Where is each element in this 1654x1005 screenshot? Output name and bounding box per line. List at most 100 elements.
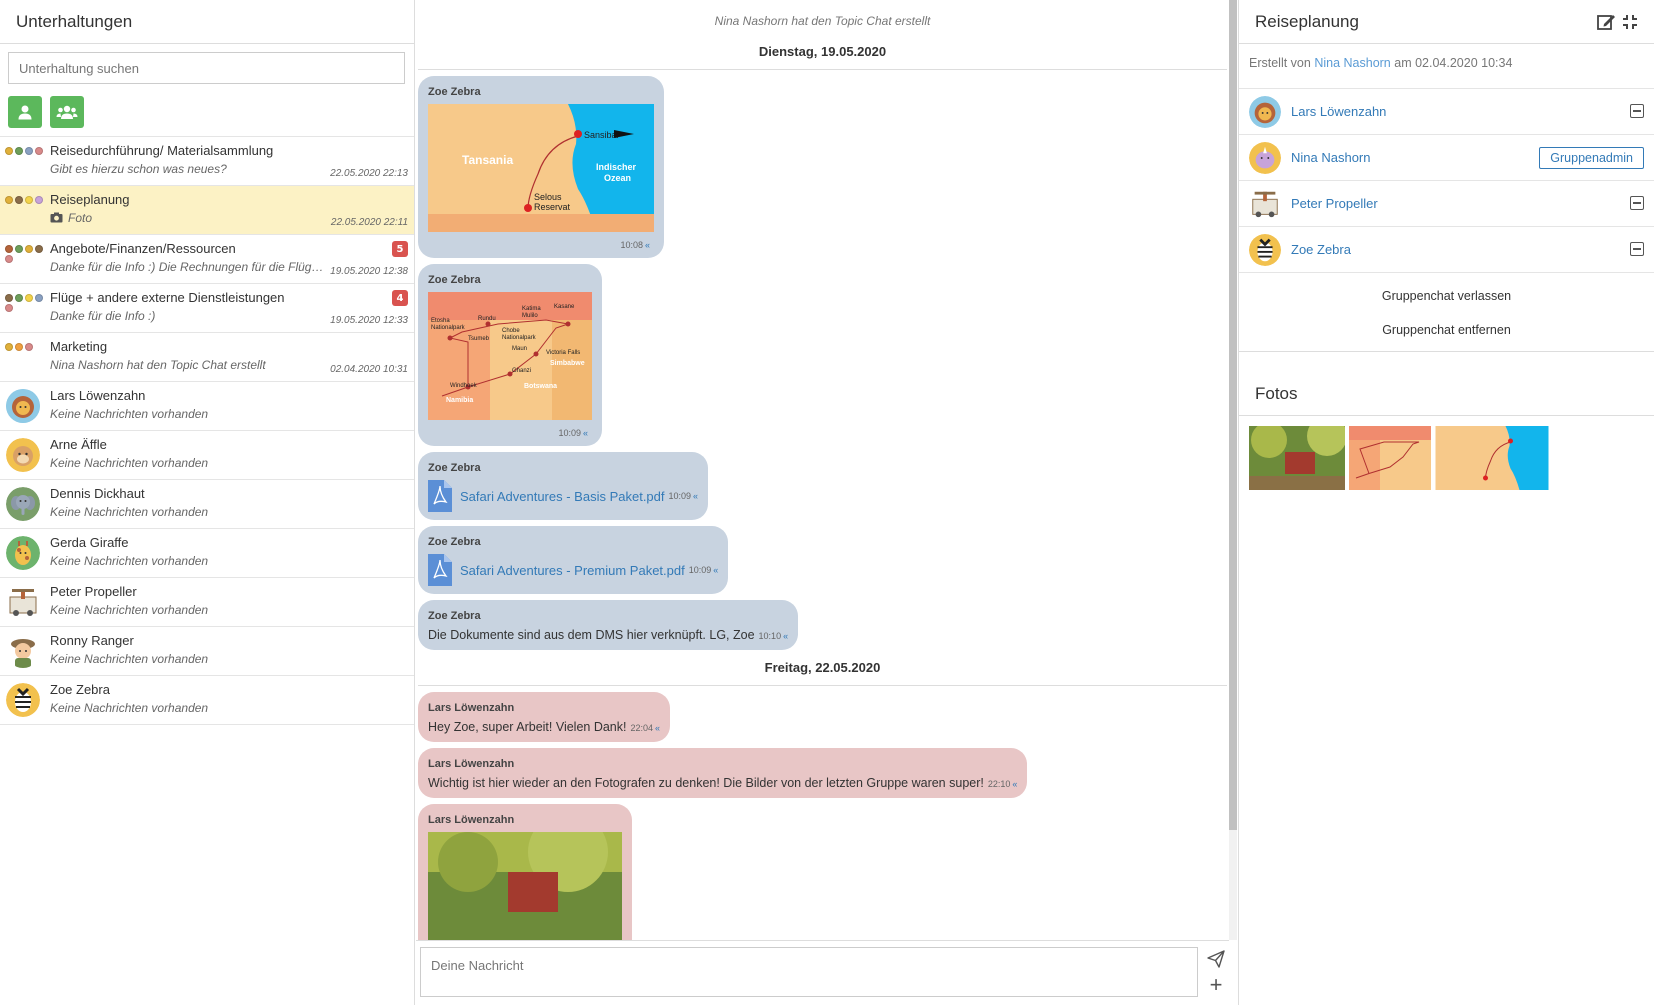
conversation-item[interactable]: Zoe Zebra Keine Nachrichten vorhanden — [0, 676, 414, 725]
message-time: 10:09 — [688, 565, 712, 575]
message-time: 10:09 — [668, 491, 692, 501]
namibia-botswana-map-image[interactable]: Etosha Nationalpark Rundu Katima Mulilo … — [428, 292, 592, 420]
map-label: Namibia — [446, 397, 473, 404]
message-author: Zoe Zebra — [428, 86, 481, 98]
conversation-search-input[interactable] — [8, 52, 405, 84]
message-input[interactable] — [420, 947, 1198, 997]
conversation-item[interactable]: Dennis Dickhaut Keine Nachrichten vorhan… — [0, 480, 414, 529]
mini-avatar-icon — [15, 196, 23, 204]
message-time: 22:04 — [630, 723, 654, 733]
map-label: Chobe — [502, 328, 520, 334]
conversation-name: Reisedurchführung/ Materialsammlung — [50, 143, 274, 158]
conversation-item[interactable]: Lars Löwenzahn Keine Nachrichten vorhand… — [0, 382, 414, 431]
photo-thumbnail[interactable] — [1435, 426, 1549, 490]
conversation-name: Gerda Giraffe — [50, 535, 129, 550]
monkey-avatar-icon — [6, 438, 40, 472]
conversation-time: 02.04.2020 10:31 — [330, 364, 408, 375]
map-label: Simbabwe — [550, 360, 585, 367]
edit-icon[interactable] — [1596, 12, 1616, 32]
propeller-avatar-icon — [6, 585, 40, 619]
new-group-chat-button[interactable] — [50, 96, 84, 128]
mini-avatar-icon — [15, 147, 23, 155]
member-name[interactable]: Peter Propeller — [1291, 196, 1378, 211]
conversation-name: Reiseplanung — [50, 192, 130, 207]
photo-thumbnail[interactable] — [1249, 426, 1345, 490]
preview-text: Foto — [68, 211, 93, 225]
conversation-item[interactable]: Angebote/Finanzen/Ressourcen Danke für d… — [0, 235, 414, 284]
message-author: Zoe Zebra — [428, 462, 481, 474]
conversation-item[interactable]: Arne Äffle Keine Nachrichten vorhanden — [0, 431, 414, 480]
tansania-map-image[interactable]: Tansania Indischer Ozean Sansibar Selous… — [428, 104, 654, 232]
group-avatars — [0, 186, 50, 234]
unread-badge: 4 — [392, 290, 408, 306]
remove-group-link[interactable]: Gruppenchat entfernen — [1239, 319, 1654, 353]
propeller-avatar-icon — [1249, 188, 1281, 220]
photo-thumbnail[interactable] — [1349, 426, 1431, 490]
scrollbar-thumb[interactable] — [1229, 0, 1237, 830]
mini-avatar-icon — [5, 147, 13, 155]
send-icon[interactable] — [1206, 949, 1226, 969]
conversation-name: Flüge + andere externe Dienstleistungen — [50, 290, 285, 305]
leave-group-link[interactable]: Gruppenchat verlassen — [1239, 285, 1654, 319]
group-avatars — [0, 284, 50, 332]
remove-member-icon[interactable] — [1630, 196, 1644, 210]
member-name[interactable]: Zoe Zebra — [1291, 242, 1351, 257]
new-single-chat-button[interactable] — [8, 96, 42, 128]
add-attachment-icon[interactable]: + — [1206, 974, 1226, 996]
member-row: Peter Propeller — [1239, 180, 1654, 226]
attachment-link[interactable]: Safari Adventures - Basis Paket.pdf — [460, 489, 665, 504]
message-list[interactable]: Nina Nashorn hat den Topic Chat erstellt… — [416, 0, 1229, 940]
map-label: Maun — [512, 346, 527, 352]
conversation-name: Zoe Zebra — [50, 682, 110, 697]
map-label: Rundu — [478, 316, 496, 322]
conversation-item[interactable]: Reisedurchführung/ Materialsammlung Gibt… — [0, 137, 414, 186]
lion-avatar-icon — [6, 389, 40, 423]
conversation-item[interactable]: Ronny Ranger Keine Nachrichten vorhanden — [0, 627, 414, 676]
mini-avatar-icon — [25, 196, 33, 204]
sidebar-title: Unterhaltungen — [0, 0, 414, 44]
unread-badge: 5 — [392, 241, 408, 257]
map-label: Mulilo — [522, 313, 538, 319]
message-row: Zoe Zebra Die Dokumente sind aus dem DMS… — [416, 594, 1229, 650]
mini-avatar-icon — [35, 245, 43, 253]
remove-member-icon[interactable] — [1630, 104, 1644, 118]
day-separator: Dienstag, 19.05.2020 — [418, 40, 1227, 70]
mini-avatar-icon — [25, 343, 33, 351]
elephant-avatar-icon — [6, 487, 40, 521]
conversation-item[interactable]: Gerda Giraffe Keine Nachrichten vorhande… — [0, 529, 414, 578]
member-row: Lars Löwenzahn — [1239, 88, 1654, 134]
group-avatars — [0, 235, 50, 283]
conversation-name: Marketing — [50, 339, 108, 354]
message-time: 10:10 — [758, 631, 782, 641]
attachment-link[interactable]: Safari Adventures - Premium Paket.pdf — [460, 563, 685, 578]
camera-icon — [50, 212, 63, 223]
mini-avatar-icon — [15, 245, 23, 253]
conversation-preview: Nina Nashorn hat den Topic Chat erstellt — [50, 358, 266, 372]
conversation-item[interactable]: Marketing Nina Nashorn hat den Topic Cha… — [0, 333, 414, 382]
compress-icon[interactable] — [1620, 12, 1640, 32]
group-avatars — [0, 333, 50, 381]
message-row: Zoe Zebra Safari Adventures - Basis Pake… — [416, 446, 1229, 520]
remove-member-icon[interactable] — [1630, 242, 1644, 256]
message-author: Lars Löwenzahn — [428, 702, 515, 714]
map-label: Ozean — [604, 173, 631, 183]
message-row: Zoe Zebra Safari Adventures - Premium Pa… — [416, 520, 1229, 594]
member-name[interactable]: Nina Nashorn — [1291, 150, 1371, 165]
conversation-time: 22.05.2020 22:11 — [330, 217, 408, 228]
jungle-photo-image[interactable] — [428, 832, 622, 940]
conversation-item[interactable]: Flüge + andere externe Dienstleistungen … — [0, 284, 414, 333]
creator-link[interactable]: Nina Nashorn — [1314, 56, 1390, 70]
conversation-item-active[interactable]: Reiseplanung Foto 22.05.2020 22:11 — [0, 186, 414, 235]
member-name[interactable]: Lars Löwenzahn — [1291, 104, 1386, 119]
conversation-preview: Keine Nachrichten vorhanden — [50, 701, 209, 715]
message-author: Zoe Zebra — [428, 610, 481, 622]
message-author: Lars Löwenzahn — [428, 814, 515, 826]
users-icon — [56, 105, 78, 119]
conversation-preview: Foto — [50, 211, 325, 225]
map-label: Reservat — [534, 202, 571, 212]
scrollbar-track[interactable] — [1229, 830, 1237, 940]
group-admin-button[interactable]: Gruppenadmin — [1539, 147, 1644, 169]
conversation-item[interactable]: Peter Propeller Keine Nachrichten vorhan… — [0, 578, 414, 627]
conversation-name: Dennis Dickhaut — [50, 486, 145, 501]
mini-avatar-icon — [35, 196, 43, 204]
